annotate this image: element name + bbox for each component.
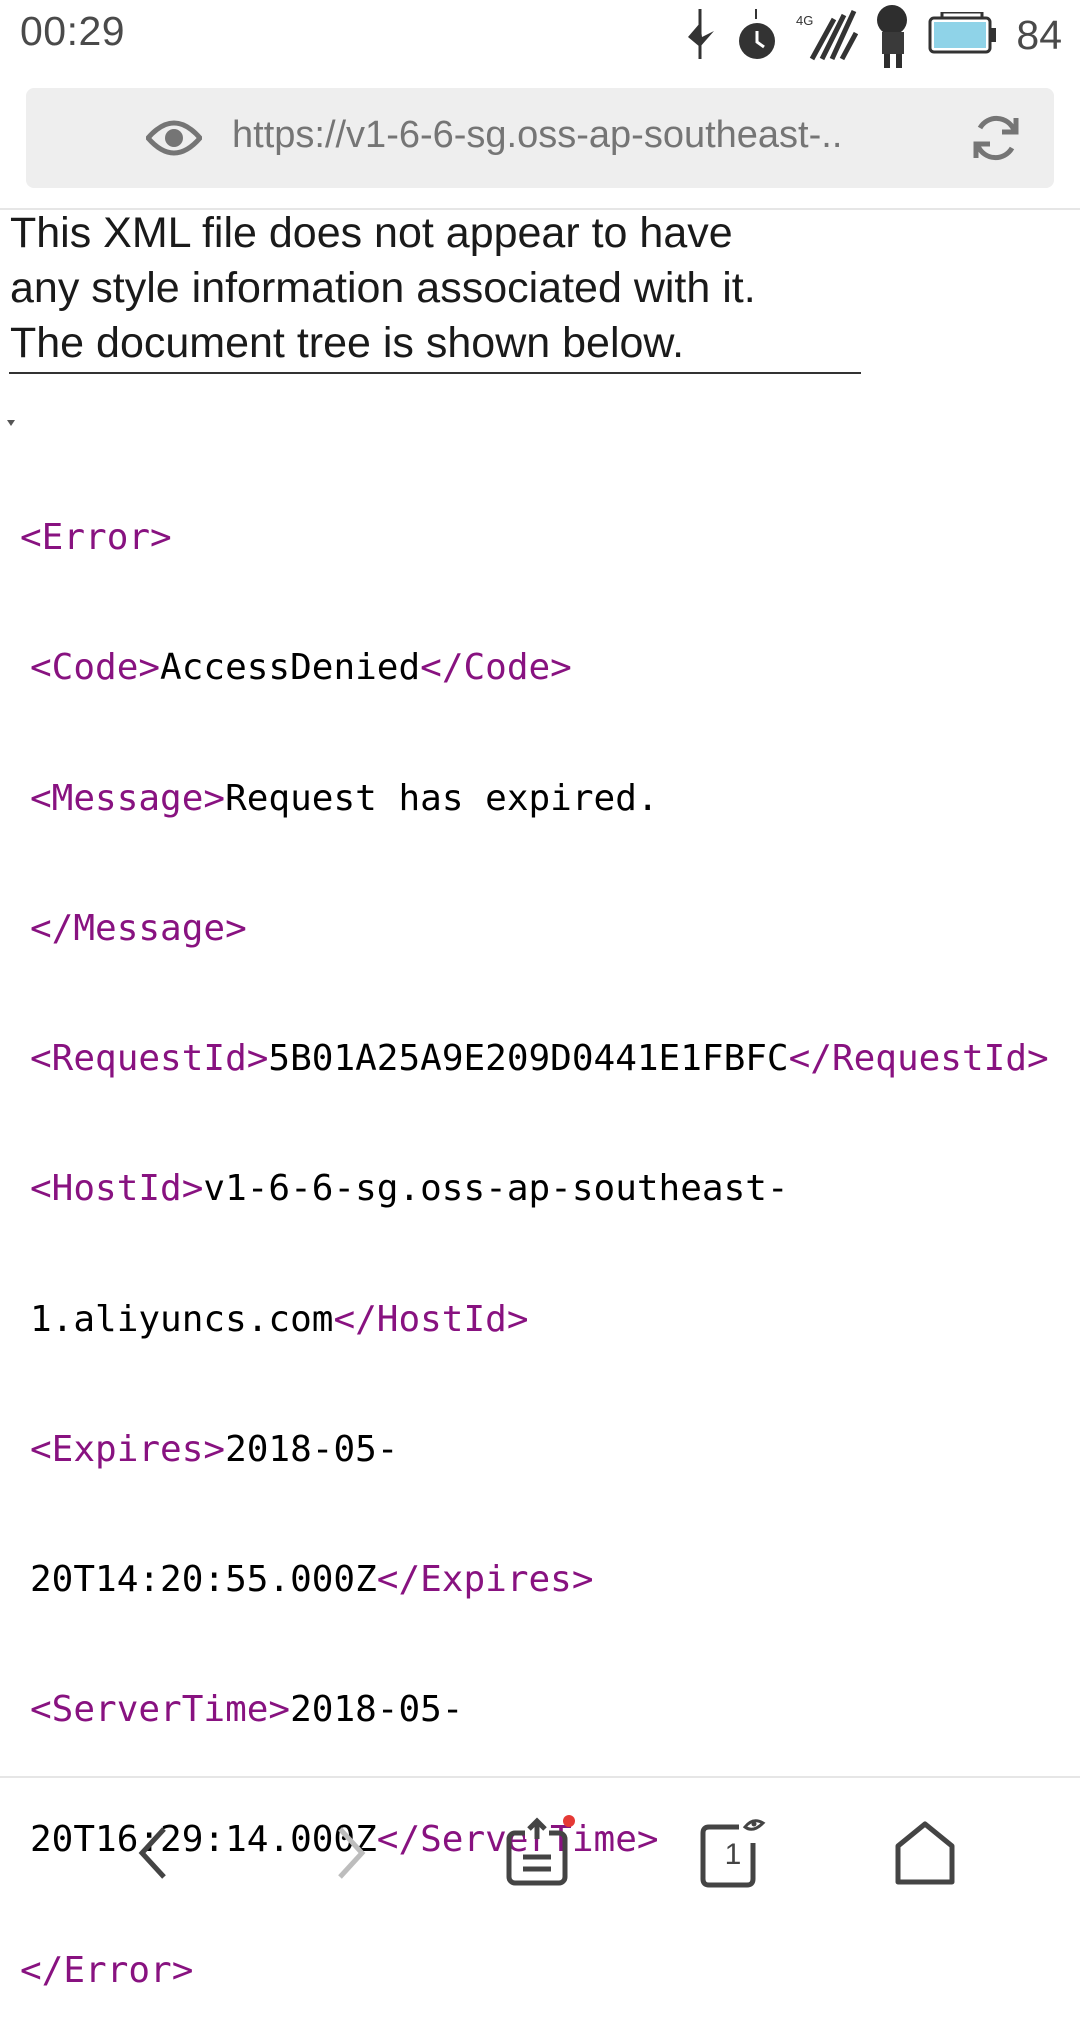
xml-line: <Message>Request has expired. (0, 777, 1080, 820)
battery-percent: 84 (1016, 11, 1062, 58)
eye-icon[interactable] (144, 112, 204, 169)
xml-tag: </Error> (20, 1949, 194, 1991)
back-icon (138, 1827, 166, 1879)
xml-value: 2018-05- (225, 1428, 399, 1470)
xml-tag: </RequestId> (788, 1038, 1049, 1080)
xml-tag: </Message> (30, 907, 247, 949)
xml-value: v1-6-6-sg.oss-ap-southeast- (203, 1168, 789, 1210)
xml-line: <Code>AccessDenied</Code> (0, 646, 1080, 689)
bottom-navigation: 1 (0, 1778, 1080, 1920)
xml-tag: <HostId> (30, 1168, 204, 1210)
forward-button[interactable] (304, 1808, 394, 1898)
xml-tag: </Code> (420, 647, 572, 689)
notice-line: The document tree is shown below. (10, 319, 685, 367)
tab-count: 1 (724, 1838, 742, 1871)
xml-value: 5B01A25A9E209D0441E1FBFC (268, 1038, 789, 1080)
alarm-icon (734, 9, 780, 61)
back-button[interactable] (110, 1808, 200, 1898)
url-text[interactable]: https://v1-6-6-sg.oss-ap-southeast-.. (232, 114, 892, 157)
xml-line: </Error> (0, 1949, 1080, 1992)
xml-value: Request has expired. (225, 777, 659, 819)
notice-line: This XML file does not appear to have (10, 209, 733, 257)
xml-value: 1.aliyuncs.com (30, 1298, 334, 1340)
xml-value: AccessDenied (160, 647, 421, 689)
status-time: 00:29 (20, 8, 126, 54)
xml-line: 20T14:20:55.000Z</Expires> (0, 1558, 1080, 1601)
battery-icon (928, 12, 998, 58)
xml-line: <Error> (0, 516, 1080, 559)
signal-icon: 4G (794, 9, 859, 61)
xml-style-notice: This XML file does not appear to have an… (10, 206, 860, 371)
address-bar[interactable]: https://v1-6-6-sg.oss-ap-southeast-.. (26, 88, 1054, 188)
xml-tag: </Expires> (376, 1558, 594, 1600)
share-icon (506, 1815, 575, 1886)
svg-text:4G: 4G (796, 13, 813, 28)
xml-tag: <Error> (20, 517, 172, 559)
xml-value: 20T14:20:55.000Z (30, 1558, 377, 1600)
status-icons: 4G 84 (680, 2, 1062, 68)
home-icon (895, 1821, 955, 1885)
home-button[interactable] (880, 1808, 970, 1898)
reload-icon[interactable] (970, 112, 1022, 169)
anime-character-icon (872, 2, 914, 68)
xml-tag: <Expires> (30, 1428, 226, 1470)
xml-line: <Expires>2018-05- (0, 1428, 1080, 1471)
forward-icon (338, 1827, 366, 1879)
xml-line: <HostId>v1-6-6-sg.oss-ap-southeast- (0, 1167, 1080, 1210)
xml-tag: <RequestId> (30, 1038, 269, 1080)
notice-divider (9, 372, 861, 374)
xml-value: 2018-05- (290, 1689, 464, 1731)
notice-line: any style information associated with it… (10, 264, 756, 312)
xml-tag: </HostId> (333, 1298, 529, 1340)
xml-line: <ServerTime>2018-05- (0, 1688, 1080, 1731)
collapse-arrow-icon[interactable] (7, 420, 15, 426)
xml-tag: <Code> (30, 647, 161, 689)
xml-tag: <Message> (30, 777, 226, 819)
share-button[interactable] (494, 1808, 584, 1898)
xml-tag: <ServerTime> (30, 1689, 291, 1731)
status-bar: 00:29 4G 84 (0, 0, 1080, 70)
tiktok-icon (680, 7, 720, 63)
xml-line: <RequestId>5B01A25A9E209D0441E1FBFC</Req… (0, 1037, 1080, 1080)
xml-line: </Message> (0, 907, 1080, 950)
notification-dot (563, 1815, 575, 1827)
tabs-button[interactable]: 1 (688, 1808, 778, 1898)
xml-line: 1.aliyuncs.com</HostId> (0, 1298, 1080, 1341)
